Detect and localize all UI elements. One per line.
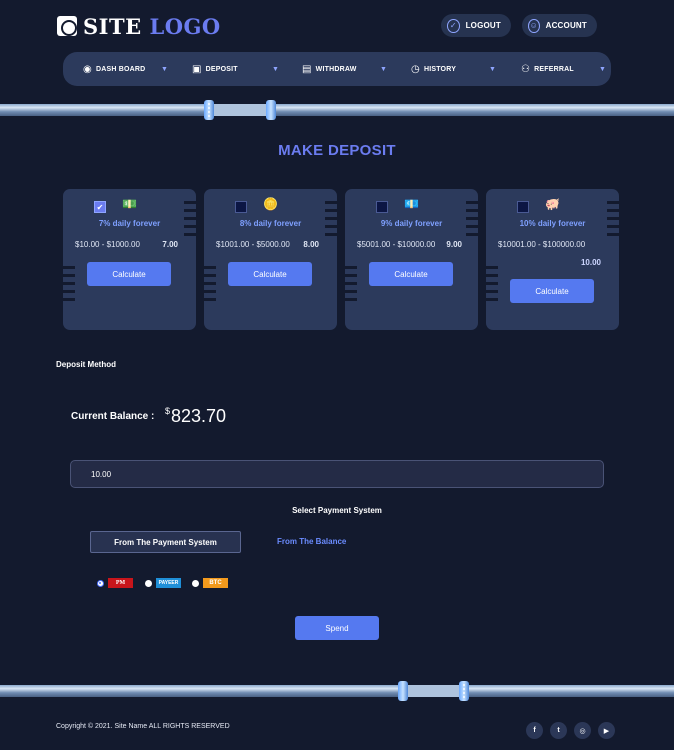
piggy-bank-icon: 🐖 (545, 197, 560, 211)
user-icon: ☺ (528, 18, 540, 33)
pipe-divider (0, 100, 674, 120)
plan-range: $10001.00 - $100000.00 (498, 240, 586, 249)
facebook-icon[interactable]: f (526, 722, 543, 739)
plan-card[interactable]: ✔ 💵 7% daily forever $10.00 - $1000.00 7… (63, 189, 196, 330)
instagram-icon[interactable]: ◎ (574, 722, 591, 739)
plan-checkbox[interactable]: ✔ (94, 201, 106, 213)
nav-item-label: WITHDRAW (315, 65, 357, 73)
plan-value: 8.00 (303, 240, 319, 249)
logo-text: SITE LOGO (83, 13, 221, 39)
radio-button[interactable] (97, 579, 104, 587)
chevron-down-icon: ▼ (272, 65, 280, 73)
main-nav: ◉ DASH BOARD ▼ ▣ DEPOSIT ▼ ▤ WITHDRAW ▼ … (63, 52, 611, 86)
plan-card[interactable]: 💶 9% daily forever $5001.00 - $10000.00 … (345, 189, 478, 330)
logout-icon: ✓ (447, 18, 460, 33)
radio-button[interactable] (145, 579, 152, 587)
account-button[interactable]: ☺ ACCOUNT (522, 14, 597, 37)
pipe-divider (0, 681, 674, 701)
current-balance-label: Current Balance : (71, 411, 155, 422)
select-payment-title: Select Payment System (292, 506, 382, 515)
site-logo[interactable]: SITE LOGO (57, 13, 221, 39)
radio-button[interactable] (192, 579, 199, 587)
tab-payment-system[interactable]: From The Payment System (90, 531, 241, 553)
cash-icon: ▤ (302, 63, 312, 75)
payeer-logo: PAYEER (156, 578, 181, 588)
twitter-icon[interactable]: t (550, 722, 567, 739)
payment-option-pm[interactable]: PM (97, 578, 133, 588)
chevron-down-icon: ▼ (599, 65, 607, 73)
youtube-icon[interactable]: ▶ (598, 722, 615, 739)
calculate-button[interactable]: Calculate (87, 262, 171, 286)
plan-range: $1001.00 - $5000.00 (216, 240, 290, 249)
eye-icon: ◉ (83, 63, 92, 75)
plan-rate: 7% daily forever (98, 219, 161, 228)
amount-input[interactable] (70, 460, 604, 488)
logout-button[interactable]: ✓ LOGOUT (441, 14, 511, 37)
nav-item-withdraw[interactable]: ▤ WITHDRAW ▼ (302, 52, 411, 86)
plan-range: $5001.00 - $10000.00 (357, 240, 436, 249)
calculate-button[interactable]: Calculate (510, 279, 594, 303)
plan-value: 7.00 (162, 240, 178, 249)
nav-item-label: DEPOSIT (205, 65, 238, 73)
money-icon: 💵 (122, 197, 137, 211)
plan-rate: 9% daily forever (380, 219, 443, 228)
plan-rate: 10% daily forever (519, 219, 586, 228)
nav-item-deposit[interactable]: ▣ DEPOSIT ▼ (192, 52, 302, 86)
btc-logo: BTC (203, 578, 228, 588)
calculate-button[interactable]: Calculate (369, 262, 453, 286)
clock-icon: ◷ (411, 63, 420, 75)
plan-card[interactable]: 🐖 10% daily forever $10001.00 - $100000.… (486, 189, 619, 330)
nav-item-history[interactable]: ◷ HISTORY ▼ (411, 52, 521, 86)
plan-rate: 8% daily forever (239, 219, 302, 228)
chevron-down-icon: ▼ (161, 65, 169, 73)
payment-option-btc[interactable]: BTC (192, 578, 228, 588)
currency-symbol: $ (165, 406, 171, 416)
plan-checkbox[interactable] (517, 201, 529, 213)
plan-checkbox[interactable] (235, 201, 247, 213)
page-title: MAKE DEPOSIT (278, 142, 396, 159)
logout-label: LOGOUT (465, 21, 501, 30)
pm-logo: PM (108, 578, 133, 588)
nav-item-dashboard[interactable]: ◉ DASH BOARD ▼ (83, 52, 192, 86)
calculate-button[interactable]: Calculate (228, 262, 312, 286)
nav-item-label: HISTORY (423, 65, 457, 73)
plan-checkbox[interactable] (376, 201, 388, 213)
nav-item-label: DASH BOARD (95, 65, 146, 73)
logo-icon (57, 16, 77, 36)
tab-balance[interactable]: From The Balance (277, 537, 346, 546)
nav-item-label: REFERRAL (534, 65, 574, 73)
payment-option-payeer[interactable]: PAYEER (145, 578, 181, 588)
spend-button[interactable]: Spend (295, 616, 379, 640)
cash-stack-icon: 💶 (404, 197, 419, 211)
balance-amount: 823.70 (171, 406, 227, 426)
account-label: ACCOUNT (545, 21, 587, 30)
chevron-down-icon: ▼ (489, 65, 497, 73)
plan-value: 9.00 (446, 240, 462, 249)
nav-item-referral[interactable]: ⚇ REFERRAL ▼ (521, 52, 609, 86)
wallet-icon: ▣ (192, 63, 202, 75)
people-icon: ⚇ (521, 63, 531, 75)
deposit-method-label: Deposit Method (56, 360, 116, 369)
current-balance-value: $823.70 (165, 406, 226, 427)
copyright-text: Copyright © 2021. Site Name ALL RIGHTS R… (56, 723, 230, 730)
coin-hand-icon: 🪙 (263, 197, 278, 211)
plan-range: $10.00 - $1000.00 (75, 240, 140, 249)
plan-card[interactable]: 🪙 8% daily forever $1001.00 - $5000.00 8… (204, 189, 337, 330)
chevron-down-icon: ▼ (380, 65, 388, 73)
plan-value: 10.00 (580, 258, 601, 267)
